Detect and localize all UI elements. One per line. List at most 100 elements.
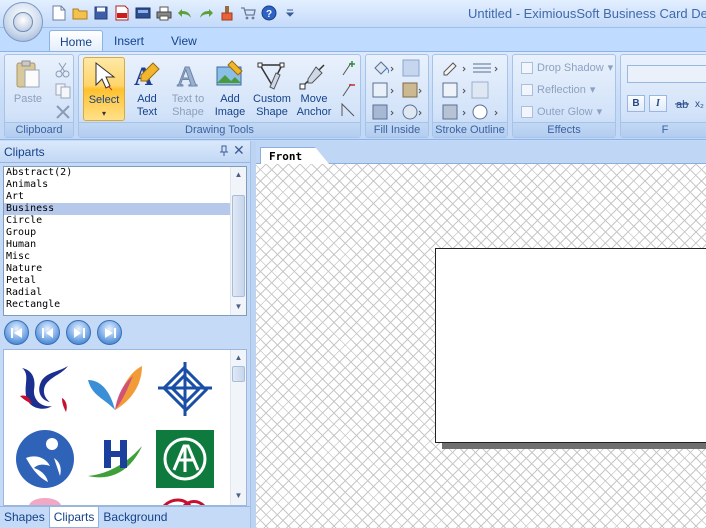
paste-button[interactable]: Paste <box>8 57 48 121</box>
design-canvas[interactable] <box>256 163 706 528</box>
business-card[interactable] <box>435 248 706 443</box>
scroll-thumb[interactable] <box>232 195 245 297</box>
tab-front[interactable]: Front <box>260 147 316 164</box>
first-page-button[interactable] <box>4 320 29 345</box>
list-item[interactable]: Animals <box>4 179 246 191</box>
italic-button[interactable]: I <box>649 95 667 112</box>
app-menu-button[interactable] <box>3 2 43 42</box>
fill-texture-icon[interactable] <box>402 81 424 99</box>
print-icon[interactable] <box>155 4 173 22</box>
outer-glow-option[interactable]: Outer Glow ▾ <box>521 105 602 118</box>
reflection-option[interactable]: Reflection ▾ <box>521 83 595 96</box>
list-item[interactable]: Abstract(2) <box>4 167 246 179</box>
next-page-button[interactable] <box>66 320 91 345</box>
clipart-swirl-logo[interactable] <box>14 358 76 420</box>
list-item[interactable]: Human <box>4 239 246 251</box>
app-logo-icon <box>13 12 33 32</box>
dropdown-icon[interactable] <box>281 4 299 22</box>
drop-shadow-option[interactable]: Drop Shadow ▾ <box>521 61 613 74</box>
scroll-down-icon[interactable]: ▼ <box>231 299 246 315</box>
tab-view[interactable]: View <box>161 30 207 53</box>
add-image-button[interactable]: Add Image <box>209 57 251 121</box>
font-name-combo[interactable] <box>627 65 706 83</box>
tab-home[interactable]: Home <box>49 30 104 53</box>
paint-icon[interactable] <box>218 4 236 22</box>
list-item-selected[interactable]: Business <box>4 203 246 215</box>
stroke-texture-icon[interactable] <box>441 103 469 121</box>
drawing-tools-group-label: Drawing Tools <box>79 122 360 137</box>
scroll-up-icon[interactable]: ▲ <box>231 350 246 366</box>
drop-shadow-checkbox[interactable] <box>521 61 533 74</box>
strikethrough-icon[interactable]: ab <box>673 95 691 113</box>
list-item[interactable]: Circle <box>4 215 246 227</box>
stroke-color-icon[interactable] <box>441 81 469 99</box>
tab-cliparts[interactable]: Cliparts <box>48 507 100 528</box>
stroke-style-icon[interactable] <box>471 103 501 121</box>
fill-color-icon[interactable] <box>372 81 396 99</box>
scroll-up-icon[interactable]: ▲ <box>231 167 246 183</box>
stroke-pen-icon[interactable] <box>441 59 469 77</box>
clipboard-group-label: Clipboard <box>5 122 73 137</box>
category-list[interactable]: Abstract(2) Animals Art Business Circle … <box>3 166 247 316</box>
clipart-knot-logo[interactable] <box>154 358 216 420</box>
gallery-scrollbar[interactable]: ▲ ▼ <box>230 350 246 505</box>
remove-anchor-icon[interactable] <box>339 80 357 98</box>
list-item[interactable]: Art <box>4 191 246 203</box>
copy-icon[interactable] <box>54 82 72 100</box>
scroll-thumb[interactable] <box>232 366 245 382</box>
stroke-outline-group: Stroke Outline <box>432 54 508 138</box>
title-bar: ? Untitled - EximiousSoft Business Card … <box>0 0 706 28</box>
reflection-checkbox[interactable] <box>521 83 533 96</box>
pdf-icon[interactable] <box>113 4 131 22</box>
close-icon[interactable]: ✕ <box>233 143 245 157</box>
fill-pattern-icon[interactable] <box>402 103 424 121</box>
text-to-shape-button[interactable]: A Text to Shape <box>167 57 209 121</box>
subscript-icon[interactable]: x₂ <box>693 95 706 113</box>
stroke-swatch-icon[interactable] <box>471 81 489 99</box>
tab-shapes[interactable]: Shapes <box>0 507 49 528</box>
redo-icon[interactable] <box>197 4 215 22</box>
cut-icon[interactable] <box>54 61 72 79</box>
delete-icon[interactable] <box>54 103 72 121</box>
move-anchor-label-1: Move <box>300 93 328 105</box>
save-icon[interactable] <box>92 4 110 22</box>
undo-icon[interactable] <box>176 4 194 22</box>
category-scrollbar[interactable]: ▲ ▼ <box>230 167 246 315</box>
pin-icon[interactable] <box>218 145 230 157</box>
list-item[interactable]: Group <box>4 227 246 239</box>
chevron-down-icon: ▾ <box>589 84 596 96</box>
clipart-green-square-logo[interactable] <box>154 428 216 490</box>
scroll-down-icon[interactable]: ▼ <box>231 488 246 504</box>
open-icon[interactable] <box>71 4 89 22</box>
clipart-red-logo[interactable] <box>154 496 216 506</box>
list-item[interactable]: Misc <box>4 251 246 263</box>
cart-icon[interactable] <box>239 4 257 22</box>
clipart-h-swoosh-logo[interactable] <box>84 428 146 490</box>
fill-bucket-icon[interactable] <box>372 59 396 77</box>
clipart-butterfly-logo[interactable] <box>84 358 146 420</box>
fill-gradient-icon[interactable] <box>372 103 396 121</box>
clipart-pink-logo[interactable] <box>14 496 76 506</box>
convert-anchor-icon[interactable] <box>339 101 357 119</box>
select-button[interactable]: Select ▾ <box>83 57 125 121</box>
add-anchor-icon[interactable] <box>339 59 357 77</box>
add-text-button[interactable]: A Add Text <box>126 57 168 121</box>
move-anchor-button[interactable]: Move Anchor <box>293 57 335 121</box>
custom-shape-button[interactable]: Custom Shape <box>251 57 293 121</box>
list-item[interactable]: Rectangle <box>4 299 246 311</box>
help-icon[interactable]: ? <box>260 4 278 22</box>
list-item[interactable]: Radial <box>4 287 246 299</box>
clipart-circle-figure-logo[interactable] <box>14 428 76 490</box>
bold-button[interactable]: B <box>627 95 645 112</box>
list-item[interactable]: Petal <box>4 275 246 287</box>
list-item[interactable]: Nature <box>4 263 246 275</box>
tab-insert[interactable]: Insert <box>104 30 154 53</box>
tab-background[interactable]: Background <box>99 507 171 528</box>
export-icon[interactable] <box>134 4 152 22</box>
stroke-width-icon[interactable] <box>471 59 501 77</box>
fill-swatch-icon[interactable] <box>402 59 420 77</box>
new-icon[interactable] <box>50 4 68 22</box>
previous-page-button[interactable] <box>35 320 60 345</box>
last-page-button[interactable] <box>97 320 122 345</box>
outer-glow-checkbox[interactable] <box>521 105 533 118</box>
